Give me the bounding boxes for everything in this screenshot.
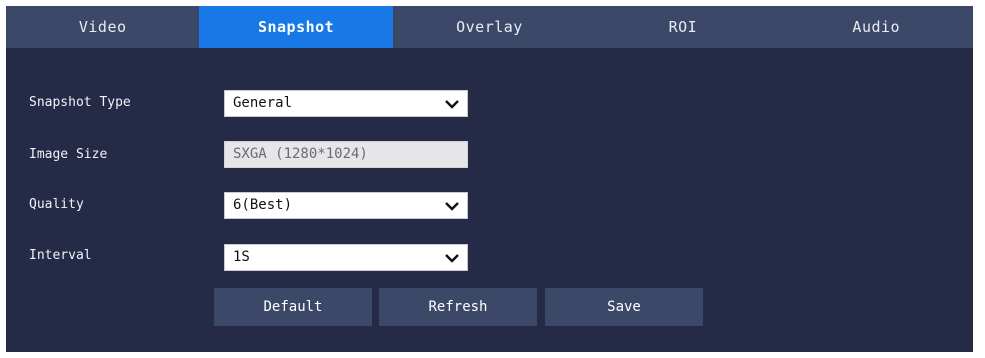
tab-snapshot[interactable]: Snapshot: [199, 6, 393, 48]
chevron-down-icon: [445, 254, 459, 263]
chevron-down-icon: [445, 202, 459, 211]
quality-select[interactable]: 6(Best): [224, 192, 468, 219]
interval-value: 1S: [233, 249, 250, 265]
snapshot-type-label: Snapshot Type: [29, 95, 131, 110]
default-button[interactable]: Default: [214, 288, 372, 326]
image-size-value: SXGA (1280*1024): [233, 146, 368, 162]
tab-audio[interactable]: Audio: [780, 6, 973, 48]
quality-value: 6(Best): [233, 197, 293, 213]
image-size-field: SXGA (1280*1024): [224, 141, 468, 168]
interval-select[interactable]: 1S: [224, 244, 468, 271]
snapshot-type-value: General: [233, 95, 293, 111]
tab-roi[interactable]: ROI: [586, 6, 779, 48]
save-button[interactable]: Save: [545, 288, 703, 326]
chevron-down-icon: [445, 100, 459, 109]
tab-video[interactable]: Video: [6, 6, 199, 48]
refresh-button[interactable]: Refresh: [379, 288, 537, 326]
quality-label: Quality: [29, 197, 84, 212]
tab-overlay[interactable]: Overlay: [393, 6, 586, 48]
image-size-label: Image Size: [29, 147, 108, 162]
snapshot-type-select[interactable]: General: [224, 90, 468, 117]
interval-label: Interval: [29, 248, 92, 263]
tab-bar: Video Snapshot Overlay ROI Audio: [6, 6, 973, 48]
snapshot-settings-panel: Video Snapshot Overlay ROI Audio Snapsho…: [6, 6, 973, 352]
